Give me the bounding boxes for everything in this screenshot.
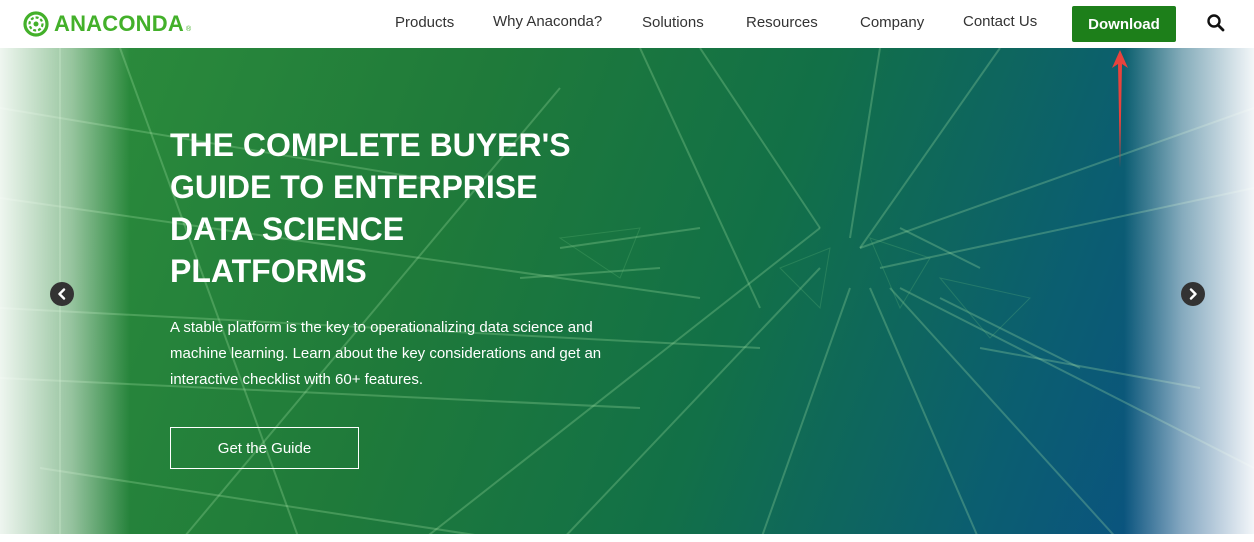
carousel-prev-button[interactable] [50,282,74,306]
download-button[interactable]: Download [1072,6,1176,42]
nav-company[interactable]: Company [860,14,924,31]
top-navbar: ANACONDA ® Products Why Anaconda? Soluti… [0,0,1254,48]
anaconda-logo[interactable]: ANACONDA ® [22,10,191,38]
nav-contact-us[interactable]: Contact Us [963,13,1037,30]
chevron-right-icon [1189,288,1197,300]
registered-mark: ® [185,25,192,33]
nav-solutions[interactable]: Solutions [642,14,704,31]
hero-banner: THE COMPLETE BUYER'S GUIDE TO ENTERPRISE… [0,48,1254,542]
search-icon[interactable] [1206,13,1226,33]
hero-description: A stable platform is the key to operatio… [170,319,602,388]
get-the-guide-button[interactable]: Get the Guide [170,427,359,469]
hero-bottom-edge [0,534,1254,542]
anaconda-logo-icon [23,11,49,37]
hero-title: THE COMPLETE BUYER'S GUIDE TO ENTERPRISE… [170,127,571,289]
arrow-up-icon [1112,50,1128,168]
nav-resources[interactable]: Resources [746,14,818,31]
nav-products[interactable]: Products [395,14,454,31]
chevron-left-icon [58,288,66,300]
logo-wordmark: ANACONDA [54,11,184,36]
nav-why-anaconda[interactable]: Why Anaconda? [493,13,602,30]
carousel-next-button[interactable] [1181,282,1205,306]
